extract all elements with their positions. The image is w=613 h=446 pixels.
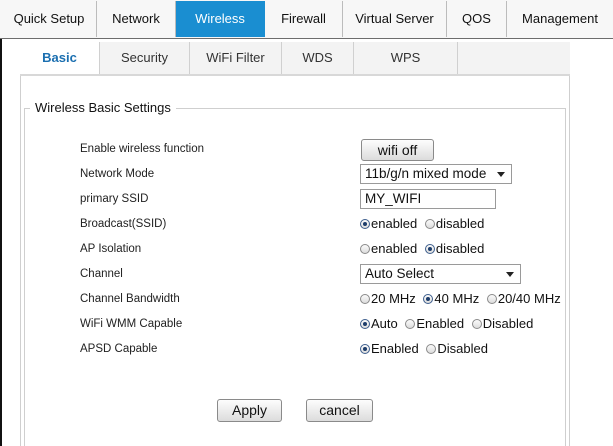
cancel-button[interactable]: cancel xyxy=(306,399,373,422)
channel-value: Auto Select xyxy=(365,266,435,281)
option-label: disabled xyxy=(435,216,485,231)
frame-border xyxy=(0,0,2,446)
wmm-radio-group: Auto Enabled Disabled xyxy=(360,316,537,331)
radio-unchecked-icon[interactable] xyxy=(360,244,370,254)
tab-network[interactable]: Network xyxy=(97,1,176,37)
broadcast-label: Broadcast(SSID) xyxy=(80,218,167,230)
option-label: Enabled xyxy=(371,341,419,356)
wmm-enabled-option[interactable]: Enabled xyxy=(405,316,464,331)
section-title: Wireless Basic Settings xyxy=(30,100,176,115)
network-mode-select[interactable]: 11b/g/n mixed mode xyxy=(360,164,512,184)
option-label: 40 MHz xyxy=(434,291,480,306)
option-label: Auto xyxy=(371,316,398,331)
primary-ssid-label: primary SSID xyxy=(80,193,149,205)
broadcast-enabled-option[interactable]: enabled xyxy=(360,216,417,231)
network-mode-label: Network Mode xyxy=(80,168,155,180)
bandwidth-40-option[interactable]: 40 MHz xyxy=(423,291,479,306)
option-label: Enabled xyxy=(416,316,465,331)
subtab-security[interactable]: Security xyxy=(100,42,190,74)
channel-select[interactable]: Auto Select xyxy=(360,264,521,284)
option-label: disabled xyxy=(435,241,485,256)
tab-wireless[interactable]: Wireless xyxy=(176,1,265,37)
broadcast-radio-group: enabled disabled xyxy=(360,216,488,231)
tab-quick-setup[interactable]: Quick Setup xyxy=(2,1,97,37)
option-label: enabled xyxy=(371,241,418,256)
chevron-down-icon xyxy=(506,272,514,277)
bandwidth-radio-group: 20 MHz 40 MHz 20/40 MHz xyxy=(360,291,565,306)
main-nav: Quick Setup Network Wireless Firewall Vi… xyxy=(0,0,613,39)
radio-checked-icon[interactable] xyxy=(424,244,435,254)
bandwidth-20-option[interactable]: 20 MHz xyxy=(360,291,416,306)
channel-label: Channel xyxy=(80,268,123,280)
apply-button[interactable]: Apply xyxy=(217,399,282,422)
tab-virtual-server[interactable]: Virtual Server xyxy=(343,1,447,37)
subtab-wifi-filter[interactable]: WiFi Filter xyxy=(190,42,282,74)
enable-wireless-label: Enable wireless function xyxy=(80,143,205,155)
tab-qos[interactable]: QOS xyxy=(447,1,507,37)
wifi-off-button[interactable]: wifi off xyxy=(361,139,434,161)
tab-management[interactable]: Management xyxy=(507,1,613,37)
radio-checked-icon[interactable] xyxy=(360,344,370,354)
radio-checked-icon[interactable] xyxy=(360,219,370,229)
ap-isolation-enabled-option[interactable]: enabled xyxy=(360,241,417,256)
ssid-input[interactable]: MY_WIFI xyxy=(360,189,496,209)
sub-nav: Basic Security WiFi Filter WDS WPS xyxy=(20,42,570,76)
bandwidth-20-40-option[interactable]: 20/40 MHz xyxy=(486,291,561,306)
radio-checked-icon[interactable] xyxy=(423,294,434,304)
option-label: 20 MHz xyxy=(371,291,416,306)
radio-unchecked-icon[interactable] xyxy=(360,294,370,304)
radio-checked-icon[interactable] xyxy=(360,319,370,329)
option-label: 20/40 MHz xyxy=(497,291,561,306)
option-label: Disabled xyxy=(482,316,534,331)
radio-unchecked-icon[interactable] xyxy=(471,319,482,329)
subtab-basic[interactable]: Basic xyxy=(20,42,100,74)
ap-isolation-disabled-option[interactable]: disabled xyxy=(424,241,485,256)
option-label: enabled xyxy=(371,216,418,231)
radio-unchecked-icon[interactable] xyxy=(405,319,416,329)
chevron-down-icon xyxy=(497,172,505,177)
broadcast-disabled-option[interactable]: disabled xyxy=(424,216,485,231)
ap-isolation-radio-group: enabled disabled xyxy=(360,241,488,256)
channel-bandwidth-label: Channel Bandwidth xyxy=(80,293,180,305)
radio-unchecked-icon[interactable] xyxy=(424,219,435,229)
option-label: Disabled xyxy=(437,341,488,356)
apsd-disabled-option[interactable]: Disabled xyxy=(426,341,488,356)
subtab-wps[interactable]: WPS xyxy=(354,42,458,74)
network-mode-value: 11b/g/n mixed mode xyxy=(365,166,487,181)
apsd-enabled-option[interactable]: Enabled xyxy=(360,341,419,356)
radio-unchecked-icon[interactable] xyxy=(486,294,497,304)
ap-isolation-label: AP Isolation xyxy=(80,243,142,255)
tab-firewall[interactable]: Firewall xyxy=(265,1,343,37)
wmm-disabled-option[interactable]: Disabled xyxy=(471,316,534,331)
apsd-radio-group: Enabled Disabled xyxy=(360,341,492,356)
wmm-auto-option[interactable]: Auto xyxy=(360,316,398,331)
subtab-wds[interactable]: WDS xyxy=(282,42,354,74)
wmm-label: WiFi WMM Capable xyxy=(80,318,183,330)
apsd-label: APSD Capable xyxy=(80,343,158,355)
radio-unchecked-icon[interactable] xyxy=(426,344,437,354)
